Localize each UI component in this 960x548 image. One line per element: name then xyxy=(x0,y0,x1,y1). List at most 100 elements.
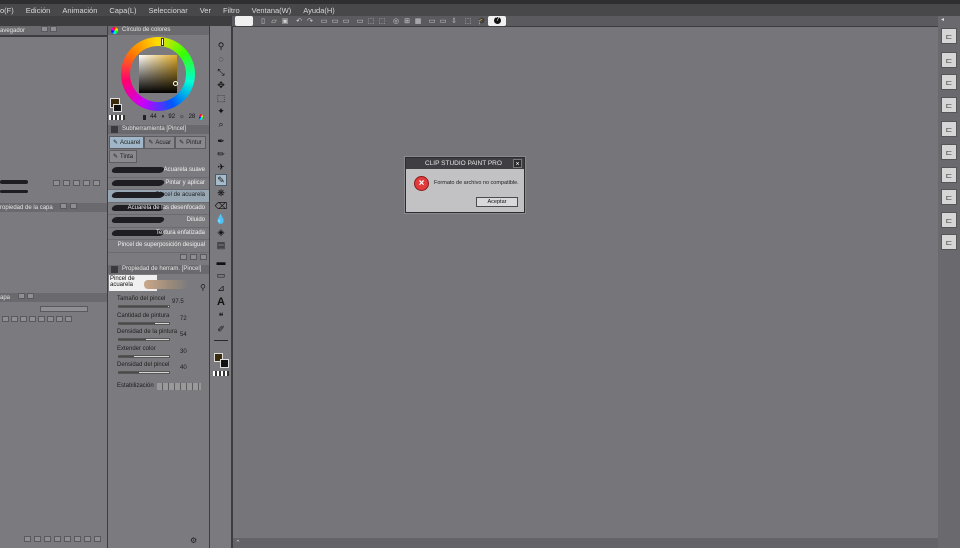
undo-icon[interactable]: ↶ xyxy=(295,17,303,25)
brush-item-selected[interactable]: Pincel de acuarela xyxy=(108,190,209,203)
property-slider[interactable] xyxy=(118,338,170,341)
object-tool-icon[interactable]: ✥ xyxy=(215,79,227,91)
zoom-tool-icon[interactable]: ⚲ xyxy=(215,40,227,52)
menu-layer[interactable]: Capa(L) xyxy=(105,6,144,15)
panel-option-icon[interactable] xyxy=(27,293,35,299)
text-tool-icon[interactable]: A xyxy=(215,296,227,308)
dock-panel-button[interactable]: ⊏ xyxy=(941,97,957,113)
dock-panel-button[interactable]: ⊏ xyxy=(941,212,957,228)
sub-color-swatch[interactable] xyxy=(113,104,122,112)
property-paint-amount[interactable]: Cantidad de pintura 72 xyxy=(108,313,209,330)
transparent-color-swatch[interactable] xyxy=(213,371,229,376)
merge-layer-icon[interactable] xyxy=(54,536,61,542)
color-mode-icon[interactable] xyxy=(199,114,203,120)
zoom-out-icon[interactable] xyxy=(53,180,60,186)
menu-file[interactable]: o(F) xyxy=(0,6,22,15)
layer-tool-icon[interactable] xyxy=(56,316,63,322)
brush-item[interactable]: Acuarela suave xyxy=(108,165,209,178)
download-icon[interactable]: ⇩ xyxy=(450,17,458,25)
pen-tool-icon[interactable]: ✒ xyxy=(215,135,227,147)
dock-panel-button[interactable]: ⊏ xyxy=(941,144,957,160)
blend-tool-icon[interactable]: 💧 xyxy=(215,213,227,225)
open-file-icon[interactable]: ▱ xyxy=(270,17,278,25)
eyedropper-icon[interactable]: ⌕ xyxy=(215,118,227,130)
panel-menu-icon[interactable] xyxy=(60,203,68,209)
property-slider[interactable] xyxy=(118,321,170,325)
property-value[interactable]: 54 xyxy=(180,332,187,338)
new-file-icon[interactable]: ▯ xyxy=(259,17,267,25)
correct-line-tool-icon[interactable]: ✐ xyxy=(215,323,227,335)
mask-icon[interactable] xyxy=(64,536,71,542)
layer-tool-icon[interactable] xyxy=(38,316,45,322)
panel-option-icon[interactable] xyxy=(50,26,58,32)
property-value[interactable]: 30 xyxy=(180,349,187,355)
menu-help[interactable]: Ayuda(H) xyxy=(299,6,343,15)
tutorial-icon[interactable]: ⬚ xyxy=(464,17,472,25)
subtool-settings-icon[interactable] xyxy=(180,254,187,260)
dock-panel-button[interactable]: ⊏ xyxy=(941,52,957,68)
property-value[interactable]: 40 xyxy=(180,365,187,371)
layer-property-tab[interactable]: ropiedad de la capa xyxy=(0,205,53,211)
brush-item[interactable]: Acuarela de las desenfocado xyxy=(108,203,209,215)
dock-panel-button[interactable]: ⊏ xyxy=(941,189,957,205)
new-folder-icon[interactable] xyxy=(44,536,51,542)
selection-tool-icon[interactable]: ⬚ xyxy=(215,92,227,104)
lock-icon[interactable]: ▭ xyxy=(439,17,447,25)
property-paint-density[interactable]: Densidad de la pintura 54 xyxy=(108,329,209,346)
brush-item[interactable]: Pintar y aplicar xyxy=(108,178,209,190)
transform-icon[interactable]: ▭ xyxy=(356,17,364,25)
stabilization-slider[interactable] xyxy=(156,382,201,390)
transform-tool-icon[interactable]: ⤡ xyxy=(215,66,227,78)
clip-studio-icon[interactable] xyxy=(235,16,253,26)
dialog-ok-button[interactable]: Aceptar xyxy=(476,197,518,207)
deselect-icon[interactable]: ⬚ xyxy=(367,17,375,25)
pencil-tool-icon[interactable]: ✏ xyxy=(215,148,227,160)
save-icon[interactable]: ▣ xyxy=(281,17,289,25)
dock-panel-button[interactable]: ⊏ xyxy=(941,121,957,137)
clear-icon[interactable]: ▭ xyxy=(320,17,328,25)
dialog-close-button[interactable]: × xyxy=(513,159,522,168)
move-tool-icon[interactable]: ◌ xyxy=(215,53,227,65)
menu-edit[interactable]: Edición xyxy=(22,6,59,15)
snap-special-ruler-icon[interactable]: ⊞ xyxy=(403,17,411,25)
layer-tool-icon[interactable] xyxy=(65,316,72,322)
panel-option-icon[interactable] xyxy=(70,203,78,209)
new-vector-layer-icon[interactable] xyxy=(34,536,41,542)
copy-subtool-icon[interactable] xyxy=(190,254,197,260)
ruler-tool-icon[interactable]: ⊿ xyxy=(215,282,227,294)
layer-tool-icon[interactable] xyxy=(47,316,54,322)
fill-icon[interactable]: ▭ xyxy=(342,17,350,25)
redo-icon[interactable]: ↷ xyxy=(306,17,314,25)
dock-panel-button[interactable]: ⊏ xyxy=(941,28,957,44)
figure-tool-icon[interactable]: ▬ xyxy=(215,256,227,268)
brush-tool-icon[interactable]: ✎ xyxy=(215,174,227,186)
saturation-value-square[interactable] xyxy=(139,55,177,93)
brush-item[interactable]: Textura enfatizada xyxy=(108,228,209,240)
property-color-stretch[interactable]: Extender color 30 xyxy=(108,346,209,363)
property-slider[interactable] xyxy=(118,305,170,308)
sub-color-swatch[interactable] xyxy=(220,359,229,368)
graduation-cap-icon[interactable]: 🎓 xyxy=(478,17,487,25)
auto-select-tool-icon[interactable]: ✦ xyxy=(215,105,227,117)
panel-grip-icon[interactable] xyxy=(111,126,118,133)
dock-collapse-icon[interactable]: ◂ xyxy=(941,16,957,23)
fit-icon[interactable] xyxy=(72,180,80,186)
subtool-tab-watercolor-2[interactable]: ✎ Acuar xyxy=(144,136,176,149)
clip-icon[interactable] xyxy=(74,536,81,542)
hue-ring[interactable] xyxy=(121,37,195,111)
decoration-tool-icon[interactable]: ❋ xyxy=(215,187,227,199)
layer-tool-icon[interactable] xyxy=(20,316,27,322)
menu-select[interactable]: Seleccionar xyxy=(145,6,196,15)
delete-subtool-icon[interactable] xyxy=(200,254,207,260)
property-stabilization[interactable]: Estabilización xyxy=(117,381,207,391)
dock-panel-button[interactable]: ⊏ xyxy=(941,234,957,250)
menu-filter[interactable]: Filtro xyxy=(219,6,248,15)
property-value[interactable]: 72 xyxy=(180,316,187,322)
panel-menu-icon[interactable] xyxy=(17,293,25,299)
airbrush-tool-icon[interactable]: ✈ xyxy=(215,161,227,173)
settings-icon[interactable]: ⚙ xyxy=(190,536,208,545)
property-slider[interactable] xyxy=(118,354,170,358)
show-selection-icon[interactable]: ⬚ xyxy=(378,17,386,25)
layer-tool-icon[interactable] xyxy=(29,316,36,322)
color-picker-cursor[interactable] xyxy=(173,81,178,86)
